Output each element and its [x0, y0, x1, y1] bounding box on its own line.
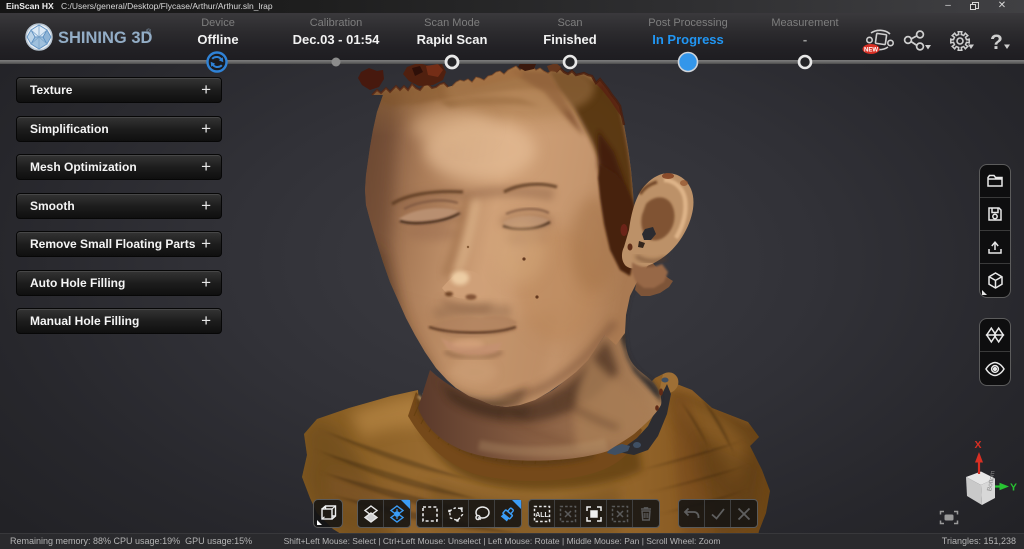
svg-text:®: ®	[146, 28, 152, 36]
svg-text:ALL: ALL	[535, 512, 549, 519]
svg-text:SHINING 3D: SHINING 3D	[58, 29, 153, 47]
svg-text:NEW: NEW	[864, 48, 878, 54]
svg-text:Bottom: Bottom	[986, 470, 996, 491]
svg-text:Y: Y	[1010, 482, 1017, 494]
svg-text:?: ?	[990, 31, 1003, 54]
svg-text:X: X	[975, 439, 982, 451]
